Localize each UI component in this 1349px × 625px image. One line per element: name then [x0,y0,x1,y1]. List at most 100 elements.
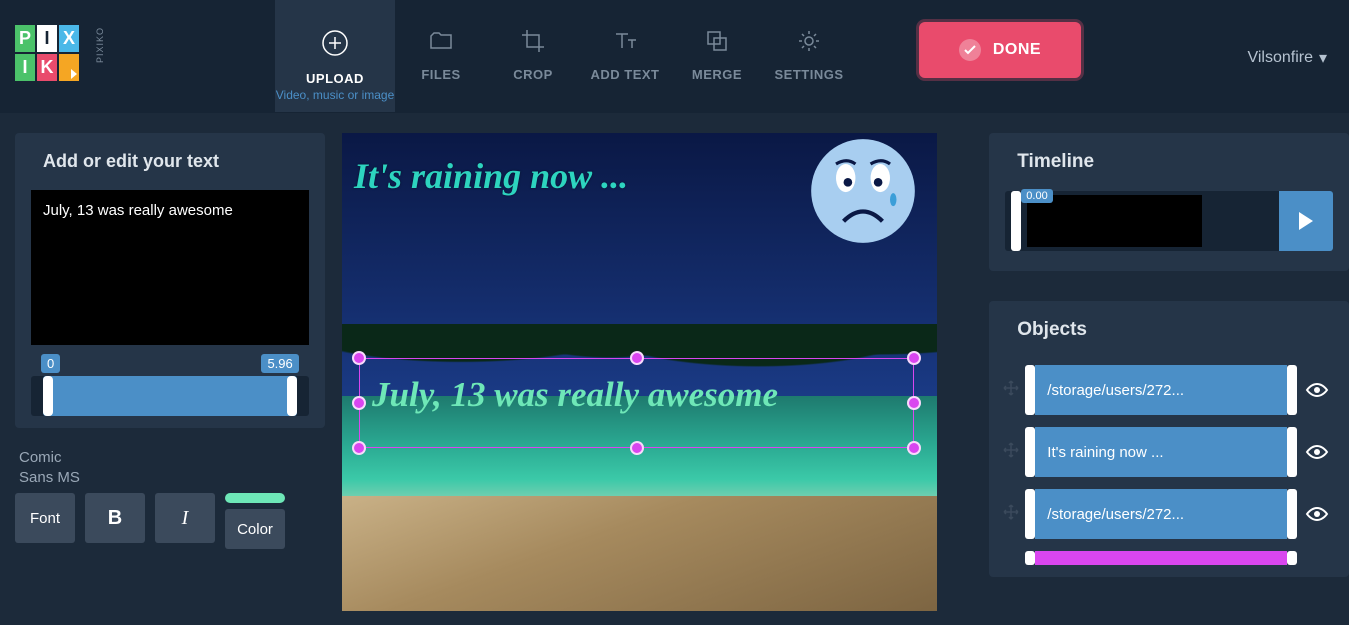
text-editor-header: Add or edit your text [15,133,325,190]
range-start-badge: 0 [41,354,60,373]
plus-circle-icon [320,28,350,58]
object-row[interactable]: It's raining now ... [1001,427,1337,477]
visibility-toggle[interactable] [1297,443,1337,461]
object-trim-end[interactable] [1287,365,1297,415]
folder-icon [428,28,454,54]
canvas[interactable]: It's raining now ... July, 13 was really… [342,133,937,611]
font-picker-button[interactable]: Font [15,493,75,543]
canvas-bg-sand [342,496,937,611]
text-input[interactable] [31,190,309,345]
user-menu[interactable]: Vilsonfire ▾ [1247,48,1327,68]
object-trim-start[interactable] [1025,365,1035,415]
timeline-card: Timeline 0.00 [989,133,1349,271]
object-trim-start[interactable] [1025,427,1035,477]
gear-icon [796,28,822,54]
text-icon [612,28,638,54]
eye-icon [1305,381,1329,399]
object-trim-end[interactable] [1287,427,1297,477]
logo-letter: K [37,54,57,81]
logo-letter: P [15,25,35,52]
object-trim-end[interactable] [1287,551,1297,565]
object-label[interactable]: /storage/users/272... [1035,365,1287,415]
color-button[interactable]: Color [225,509,285,549]
upload-tool[interactable]: UPLOAD Video, music or image [275,0,395,112]
resize-handle[interactable] [907,351,921,365]
timeline-playhead[interactable] [1011,191,1021,251]
object-label[interactable] [1035,551,1287,565]
drag-handle-icon[interactable] [1001,440,1025,465]
range-handle-start[interactable] [43,376,53,416]
right-panel: Timeline 0.00 Objects [989,133,1349,611]
range-end-badge: 5.96 [261,354,298,373]
object-row[interactable]: /storage/users/272... [1001,489,1337,539]
resize-handle[interactable] [352,441,366,455]
play-icon [1299,212,1313,230]
logo-side-text: PIXIKO [95,27,105,63]
text-editor-card: Add or edit your text 0 5.96 [15,133,325,428]
tool-label: ADD TEXT [579,67,671,82]
color-swatch [225,493,285,503]
eye-icon [1305,505,1329,523]
user-name: Vilsonfire [1247,49,1313,67]
time-range-slider[interactable]: 0 5.96 [31,364,309,412]
logo-letter: X [59,25,79,52]
range-fill [43,376,297,416]
timeline-position-badge: 0.00 [1021,189,1052,203]
settings-tool[interactable]: SETTINGS [763,0,855,112]
selection-box[interactable] [359,358,914,448]
resize-handle[interactable] [907,441,921,455]
eye-icon [1305,443,1329,461]
sad-face-icon[interactable] [809,137,917,245]
crop-tool[interactable]: CROP [487,0,579,112]
chevron-down-icon: ▾ [1319,48,1327,68]
tool-label: SETTINGS [763,67,855,82]
font-controls: Comic Sans MS Font B I Color [15,448,325,549]
object-trim-start[interactable] [1025,489,1035,539]
objects-card: Objects /storage/users/272... [989,301,1349,577]
object-row[interactable] [1001,551,1337,565]
play-button[interactable] [1279,191,1333,251]
canvas-area: It's raining now ... July, 13 was really… [340,133,940,611]
logo[interactable]: P I X I K PIXIKO [15,25,100,90]
merge-icon [704,28,730,54]
tool-label: UPLOAD [275,71,395,86]
timeline-header: Timeline [989,133,1349,191]
tool-label: FILES [395,67,487,82]
object-label[interactable]: It's raining now ... [1035,427,1287,477]
check-icon [959,39,981,61]
visibility-toggle[interactable] [1297,381,1337,399]
visibility-toggle[interactable] [1297,505,1337,523]
content-area: Add or edit your text 0 5.96 Comic Sans … [0,113,1349,611]
logo-letter: I [15,54,35,81]
resize-handle[interactable] [630,441,644,455]
timeline-track[interactable] [1005,191,1333,251]
top-bar: P I X I K PIXIKO UPLOAD Video, music or … [0,0,1349,113]
range-handle-end[interactable] [287,376,297,416]
tool-label: CROP [487,67,579,82]
object-trim-end[interactable] [1287,489,1297,539]
done-button[interactable]: DONE [919,22,1081,78]
resize-handle[interactable] [352,396,366,410]
objects-header: Objects [989,301,1349,359]
crop-icon [520,28,546,54]
bold-button[interactable]: B [85,493,145,543]
italic-button[interactable]: I [155,493,215,543]
merge-tool[interactable]: MERGE [671,0,763,112]
files-tool[interactable]: FILES [395,0,487,112]
drag-handle-icon[interactable] [1001,502,1025,527]
resize-handle[interactable] [352,351,366,365]
object-row[interactable]: /storage/users/272... [1001,365,1337,415]
logo-letter: I [37,25,57,52]
resize-handle[interactable] [907,396,921,410]
drag-handle-icon[interactable] [1001,378,1025,403]
addtext-tool[interactable]: ADD TEXT [579,0,671,112]
object-trim-start[interactable] [1025,551,1035,565]
canvas-text-1[interactable]: It's raining now ... [354,155,628,197]
resize-handle[interactable] [630,351,644,365]
tool-label: MERGE [671,67,763,82]
done-label: DONE [993,41,1041,59]
tool-sublabel: Video, music or image [275,88,395,102]
logo-letter [59,54,79,81]
object-label[interactable]: /storage/users/272... [1035,489,1287,539]
font-name-label: Comic Sans MS [19,448,325,487]
